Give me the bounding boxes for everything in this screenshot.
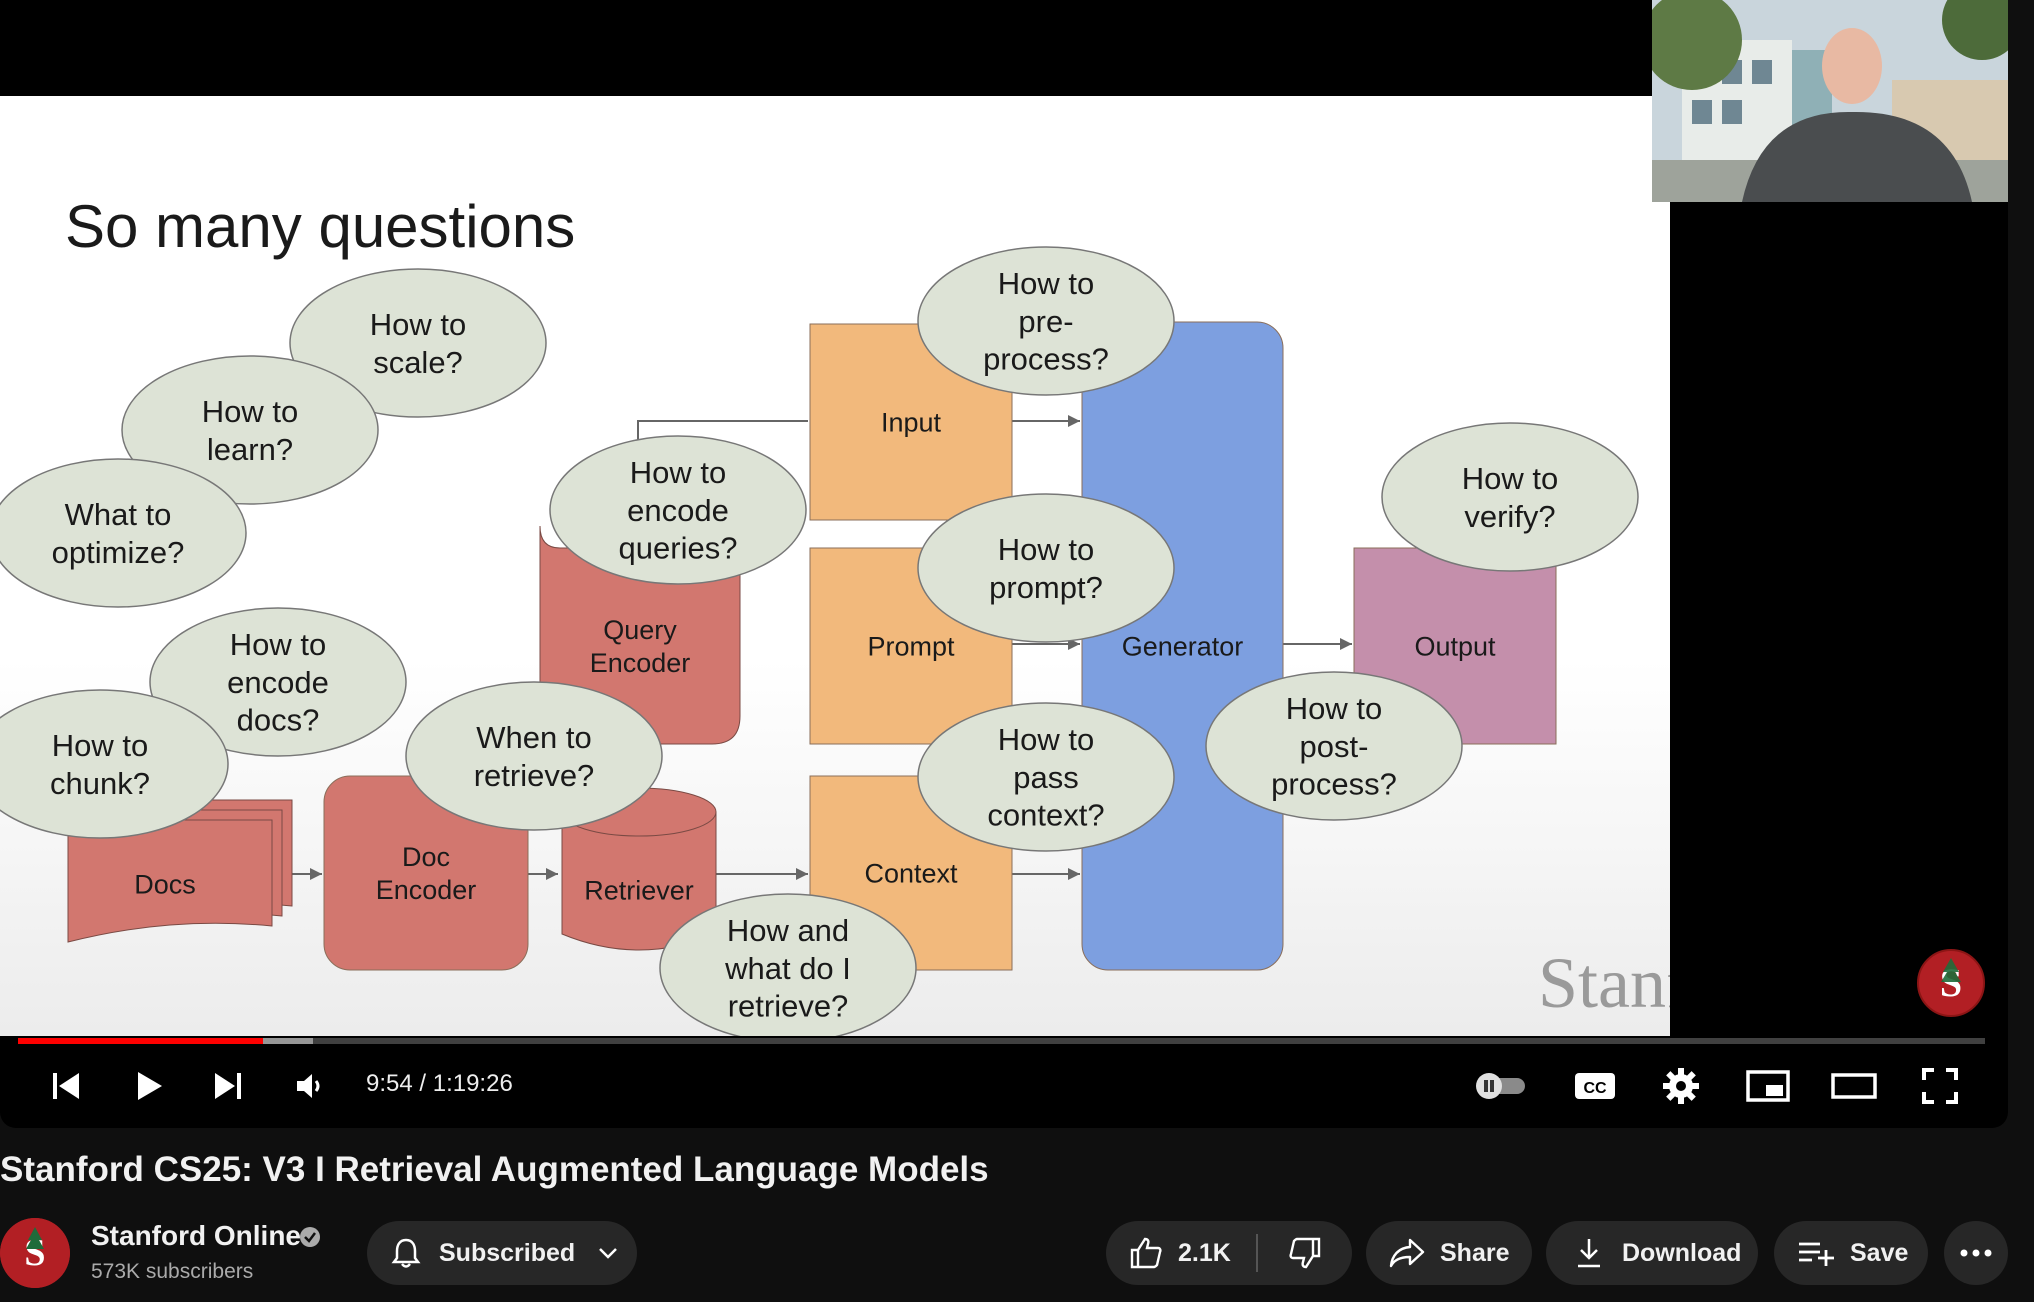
skip-previous-icon	[53, 1073, 79, 1099]
arrow-retriever-context-head	[796, 868, 808, 880]
video-title: Stanford CS25: V3 I Retrieval Augmented …	[0, 1150, 989, 1189]
svg-text:CC: CC	[1583, 1080, 1607, 1097]
skip-next-icon	[215, 1073, 241, 1099]
arrow-docencoder-retriever-head	[546, 868, 558, 880]
arrow-input-generator-head	[1068, 415, 1080, 427]
retriever-label: Retriever	[584, 875, 694, 905]
save-label: Save	[1850, 1238, 1909, 1267]
bubble-how-to-encode-docs-text: How to encode docs?	[227, 627, 329, 738]
docs-label: Docs	[134, 869, 196, 899]
volume-icon	[297, 1074, 320, 1098]
download-label: Download	[1622, 1238, 1742, 1267]
thumbs-up-icon	[1130, 1237, 1162, 1269]
like-count: 2.1K	[1178, 1238, 1231, 1267]
subscribed-label: Subscribed	[439, 1238, 576, 1267]
thumbs-down-icon	[1289, 1237, 1321, 1269]
arrow-generator-output-head	[1340, 638, 1352, 650]
bubble-how-to-prompt	[917, 493, 1175, 643]
bubble-how-to-encode-queries-text: How to encode queries?	[619, 455, 738, 566]
rag-diagram: DocsDoc Encoder RetrieverQuery EncoderInput…	[0, 246, 1639, 1036]
channel-avatar[interactable]: S	[0, 1218, 70, 1288]
arrow-context-generator-head	[1068, 868, 1080, 880]
bubble-how-and-what-retrieve-text: How and what do Iretrieve?	[724, 913, 851, 1024]
share-label: Share	[1440, 1238, 1510, 1267]
output-box-label: Output	[1414, 631, 1496, 661]
fullscreen-icon	[1922, 1068, 1958, 1104]
gear-icon	[1663, 1068, 1699, 1104]
context-box-label: Context	[864, 858, 958, 888]
share-icon	[1389, 1238, 1425, 1268]
video-frame-slide: So many questions Docs Doc Encoder Retrieve…	[0, 96, 1670, 1036]
mute-button[interactable]	[288, 1060, 332, 1112]
progress-played	[18, 1038, 264, 1044]
speaker-webcam	[1652, 0, 2008, 202]
autoplay-toggle-icon	[1476, 1073, 1525, 1099]
download-button[interactable]: Download	[1546, 1221, 1758, 1285]
previous-button[interactable]	[44, 1060, 88, 1112]
subscribed-button[interactable]: Subscribed	[367, 1221, 637, 1285]
play-icon	[138, 1072, 162, 1100]
chevron-down-icon	[599, 1248, 618, 1259]
play-button[interactable]	[126, 1060, 170, 1112]
more-actions-button[interactable]	[1944, 1221, 2008, 1285]
cc-icon: CC	[1575, 1073, 1615, 1099]
generator-box-label: Generator	[1122, 631, 1244, 661]
dislike-button[interactable]	[1258, 1221, 1352, 1285]
share-button[interactable]: Share	[1366, 1221, 1532, 1285]
stanford-online-logo: S	[1916, 948, 1986, 1018]
more-horizontal-icon	[1960, 1249, 1992, 1257]
download-icon	[1578, 1239, 1600, 1268]
autoplay-toggle[interactable]	[1470, 1060, 1532, 1112]
prompt-box-label: Prompt	[867, 631, 955, 661]
miniplayer-button[interactable]	[1744, 1060, 1792, 1112]
time-display: 9:54 / 1:19:26	[366, 1070, 513, 1097]
subscriber-count: 573K subscribers	[91, 1260, 254, 1283]
like-dislike-group: 2.1K	[1106, 1221, 1352, 1285]
input-box-label: Input	[881, 407, 942, 437]
bubble-how-to-verify	[1381, 422, 1639, 572]
bell-icon	[391, 1238, 421, 1268]
miniplayer-icon	[1746, 1070, 1790, 1102]
next-button[interactable]	[206, 1060, 250, 1112]
stanford-watermark: Stanford	[1538, 943, 1670, 1023]
verified-badge-icon	[298, 1225, 322, 1249]
video-player[interactable]: So many questions Docs Doc Encoder Retrieve…	[0, 0, 2008, 1128]
bubble-when-to-retrieve	[405, 681, 663, 831]
arrow-docs-docencoder-head	[310, 868, 322, 880]
progress-bar[interactable]	[18, 1038, 1985, 1044]
theater-mode-button[interactable]	[1830, 1060, 1878, 1112]
playlist-add-icon	[1799, 1242, 1834, 1266]
fullscreen-button[interactable]	[1918, 1060, 1962, 1112]
bubble-what-to-optimize	[0, 458, 247, 608]
captions-button[interactable]: CC	[1572, 1060, 1618, 1112]
settings-button[interactable]	[1660, 1060, 1702, 1112]
channel-name[interactable]: Stanford Online	[91, 1220, 301, 1252]
like-button[interactable]: 2.1K	[1106, 1221, 1256, 1285]
theater-mode-icon	[1831, 1073, 1877, 1099]
save-button[interactable]: Save	[1774, 1221, 1928, 1285]
